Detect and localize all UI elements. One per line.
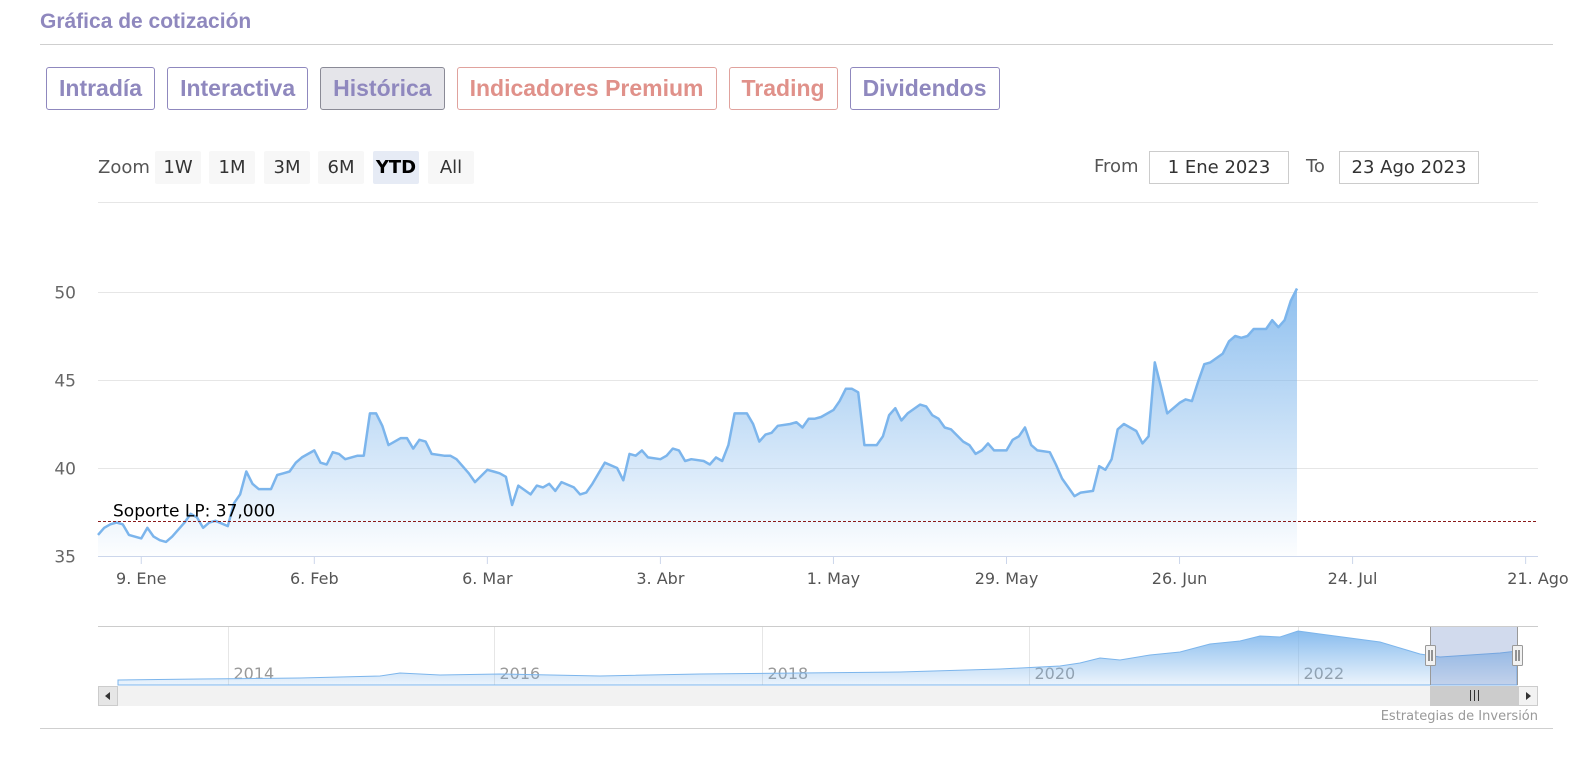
navigator: 20142016201820202022 [98, 626, 1538, 686]
y-tick-label: 40 [54, 460, 76, 480]
x-tick-label: 24. Jul [1328, 569, 1378, 588]
from-date-input[interactable]: 1 Ene 2023 [1149, 151, 1289, 184]
x-tick-label: 29. May [975, 569, 1039, 588]
zoom-button-ytd-label: YTD [375, 157, 416, 178]
zoom-button-3m[interactable]: 3M [264, 151, 310, 184]
zoom-button-1m[interactable]: 1M [209, 151, 255, 184]
zoom-button-1m-label: 1M [219, 157, 246, 178]
zoom-button-6m[interactable]: 6M [318, 151, 364, 184]
to-label: To [1305, 156, 1325, 177]
from-label: From [1094, 156, 1139, 177]
to-date-value: 23 Ago 2023 [1352, 157, 1467, 178]
navigator-left-handle[interactable] [1425, 645, 1436, 666]
x-tick-label: 1. May [807, 569, 860, 588]
zoom-button-6m-label: 6M [328, 157, 355, 178]
x-tick-label: 21. Ago [1507, 569, 1568, 588]
scrollbar-right-button[interactable] [1518, 686, 1538, 706]
stock-price-chart: Zoom 1W 1M 3M 6M YTD All From 1 Ene 2023 [40, 151, 1569, 729]
navigator-series [117, 630, 1518, 686]
zoom-button-1w-label: 1W [163, 157, 192, 178]
navigator-selected-range[interactable] [1430, 627, 1518, 685]
zoom-button-ytd[interactable]: YTD [373, 151, 419, 184]
x-tick-label: 26. Jun [1152, 569, 1208, 588]
to-date-input[interactable]: 23 Ago 2023 [1339, 151, 1479, 184]
navigator-left-handle-grip [1425, 645, 1436, 666]
zoom-buttons: 1W 1M 3M 6M YTD All [155, 151, 474, 184]
x-tick-label: 6. Feb [290, 569, 339, 588]
scrollbar [98, 686, 1538, 706]
y-tick-label: 35 [54, 548, 76, 568]
support-plotline-label: Soporte LP: 37,000 [113, 502, 275, 522]
scrollbar-track[interactable] [98, 686, 1538, 706]
zoom-label: Zoom [98, 157, 150, 178]
y-axis-ticks: 35 40 45 50 [54, 284, 76, 568]
zoom-button-all[interactable]: All [428, 151, 474, 184]
x-tick-label: 9. Ene [116, 569, 166, 588]
scrollbar-left-button[interactable] [98, 686, 118, 706]
x-axis-ticks: 9. Ene 6. Feb 6. Mar 3. Abr 1. May 29. May 26.… [116, 556, 1569, 588]
x-tick-label: 3. Abr [636, 569, 684, 588]
zoom-button-all-label: All [440, 157, 462, 178]
x-tick-label: 6. Mar [462, 569, 513, 588]
from-date-value: 1 Ene 2023 [1168, 157, 1271, 178]
zoom-button-3m-label: 3M [274, 157, 301, 178]
navigator-right-handle[interactable] [1512, 645, 1523, 666]
y-tick-label: 45 [54, 372, 76, 392]
price-area [98, 288, 1297, 556]
y-tick-label: 50 [54, 284, 76, 304]
zoom-button-1w[interactable]: 1W [155, 151, 201, 184]
chart-credit[interactable]: Estrategias de Inversión [1381, 709, 1538, 724]
navigator-right-handle-grip [1512, 645, 1523, 666]
